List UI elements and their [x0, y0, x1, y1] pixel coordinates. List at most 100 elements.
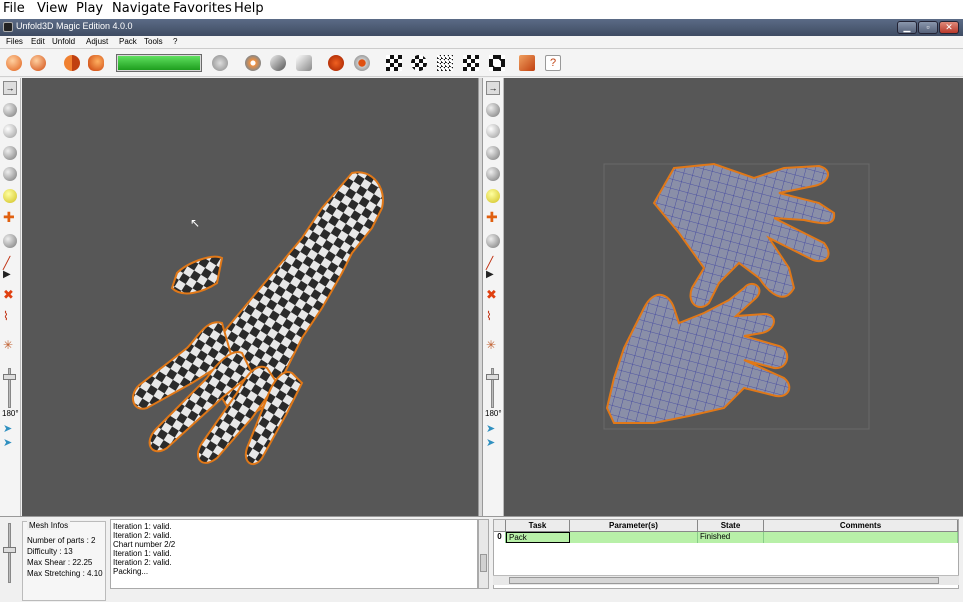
player-menubar: File View Play Navigate Favorites Help [0, 0, 963, 19]
globe-icon[interactable] [3, 124, 18, 139]
mesh-info-stretching: Max Stretching : 4.10 [27, 569, 103, 578]
table-hscroll-thumb[interactable] [509, 577, 939, 584]
stop-icon[interactable] [352, 53, 372, 73]
mesh-infos-title: Mesh Infos [27, 521, 71, 530]
table-header-state[interactable]: State [698, 520, 764, 532]
app-menu-adjust[interactable]: Adjust [86, 37, 108, 46]
table-row-index: 0 [494, 532, 506, 543]
bottom-panel: Mesh Infos Number of parts : 2 Difficult… [0, 516, 963, 602]
menu-navigate[interactable]: Navigate [112, 1, 170, 16]
eye-icon[interactable] [486, 234, 501, 249]
bottom-slider-thumb[interactable] [3, 547, 16, 553]
log-line: Iteration 2: valid. [113, 558, 172, 567]
rotate-cw-icon[interactable]: ➤ [486, 422, 501, 437]
help-icon[interactable]: ? [543, 53, 563, 73]
table-cell-state[interactable]: Finished [698, 532, 764, 543]
table-cell-params[interactable] [570, 532, 698, 543]
orange-split-icon[interactable] [62, 53, 82, 73]
zoom-slider-thumb[interactable] [486, 374, 499, 380]
table-cell-task[interactable]: Pack [506, 532, 570, 543]
triangle-icon[interactable]: ▶ [486, 268, 501, 283]
triangle-icon[interactable]: ▶ [3, 268, 18, 283]
table-header-comments[interactable]: Comments [764, 520, 958, 532]
menu-play[interactable]: Play [76, 1, 103, 16]
app-menu-tools[interactable]: Tools [144, 37, 163, 46]
app-title: Unfold3D Magic Edition 4.0.0 [16, 21, 133, 31]
checker-ball-icon[interactable] [409, 53, 429, 73]
grid-sphere-icon[interactable] [486, 146, 501, 161]
cut-icon[interactable]: ✖ [3, 288, 18, 303]
weld-icon[interactable]: ⌇ [3, 309, 18, 324]
log-line: Chart number 2/2 [113, 540, 176, 549]
sphere-icon[interactable] [3, 103, 18, 118]
eye-icon[interactable] [3, 234, 18, 249]
sphere-icon[interactable] [486, 103, 501, 118]
menu-favorites[interactable]: Favorites [173, 1, 232, 16]
angle-label: 180° [2, 409, 19, 418]
relax-icon[interactable]: ✳ [486, 338, 501, 353]
table-header-params[interactable]: Parameter(s) [570, 520, 698, 532]
orange-sphere-icon[interactable] [4, 53, 24, 73]
checker-flag-icon[interactable] [384, 53, 404, 73]
light-bulb-icon[interactable] [486, 189, 501, 204]
globe-icon[interactable] [486, 124, 501, 139]
arrow-right-icon[interactable]: → [486, 81, 501, 96]
zoom-slider-thumb[interactable] [3, 374, 16, 380]
arrow-right-icon[interactable]: → [3, 81, 18, 96]
table-cell-comments[interactable] [764, 532, 958, 543]
chain-icon[interactable] [268, 53, 288, 73]
menu-help[interactable]: Help [234, 1, 264, 16]
minimize-button[interactable]: ▁ [897, 21, 917, 34]
orange-unfold-icon[interactable] [86, 53, 106, 73]
checker-small-icon[interactable] [435, 53, 455, 73]
table-header-task[interactable]: Task [506, 520, 570, 532]
grid-sphere-icon[interactable] [3, 146, 18, 161]
weld-icon[interactable]: ⌇ [486, 309, 501, 324]
move-icon[interactable]: ✚ [3, 210, 18, 225]
checker-large-icon[interactable] [487, 53, 507, 73]
rotate-ccw-icon[interactable]: ➤ [3, 436, 18, 451]
checker-sphere-icon[interactable] [3, 167, 18, 182]
right-side-toolbar: → ✚ ╱ ▶ ✖ ⌇ ✳ 180° ➤ ➤ [483, 78, 504, 518]
left-side-toolbar: → ✚ ╱ ▶ ✖ ⌇ ✳ 180° ➤ ➤ [0, 78, 21, 518]
menu-view[interactable]: View [37, 1, 68, 16]
app-menu-help[interactable]: ? [173, 37, 177, 46]
log-line: Iteration 2: valid. [113, 531, 172, 540]
angle-label: 180° [485, 409, 502, 418]
menu-file[interactable]: File [3, 1, 25, 16]
cut-icon[interactable]: ✖ [486, 288, 501, 303]
play-icon[interactable] [210, 53, 230, 73]
close-button[interactable]: ✕ [939, 21, 959, 34]
light-bulb-icon[interactable] [3, 189, 18, 204]
3d-viewport[interactable]: ↖ [22, 78, 478, 516]
no-stretch-icon[interactable] [326, 53, 346, 73]
hand-3d-mesh [132, 171, 384, 466]
log-scroll-thumb[interactable] [480, 554, 487, 572]
mesh-infos-panel: Mesh Infos Number of parts : 2 Difficult… [22, 521, 106, 601]
log-line: Iteration 1: valid. [113, 522, 172, 531]
cd-icon[interactable] [243, 53, 263, 73]
app-titlebar: Unfold3D Magic Edition 4.0.0 ▁ ▫ ✕ [0, 19, 963, 36]
bottom-slider-track[interactable] [8, 523, 11, 583]
maximize-button[interactable]: ▫ [918, 21, 938, 34]
uv-viewport[interactable] [504, 78, 963, 516]
table-hscrollbar[interactable] [493, 575, 959, 585]
log-output[interactable]: Iteration 1: valid. Iteration 2: valid. … [110, 519, 478, 589]
checker-sphere-icon[interactable] [486, 167, 501, 182]
app-menu-edit[interactable]: Edit [31, 37, 45, 46]
app-menu-unfold[interactable]: Unfold [52, 37, 75, 46]
app-menu-pack[interactable]: Pack [119, 37, 137, 46]
log-scrollbar[interactable] [478, 519, 489, 589]
app-icon [3, 22, 13, 32]
rotate-cw-icon[interactable]: ➤ [3, 422, 18, 437]
move-icon[interactable]: ✚ [486, 210, 501, 225]
checker-medium-icon[interactable] [461, 53, 481, 73]
mesh-info-parts: Number of parts : 2 [27, 536, 96, 545]
puzzle-icon[interactable] [294, 53, 314, 73]
log-line: Packing... [113, 567, 149, 576]
app-menu-files[interactable]: Files [6, 37, 23, 46]
pack-icon[interactable] [517, 53, 537, 73]
rotate-ccw-icon[interactable]: ➤ [486, 436, 501, 451]
relax-icon[interactable]: ✳ [3, 338, 18, 353]
orange-sphere-alt-icon[interactable] [28, 53, 48, 73]
